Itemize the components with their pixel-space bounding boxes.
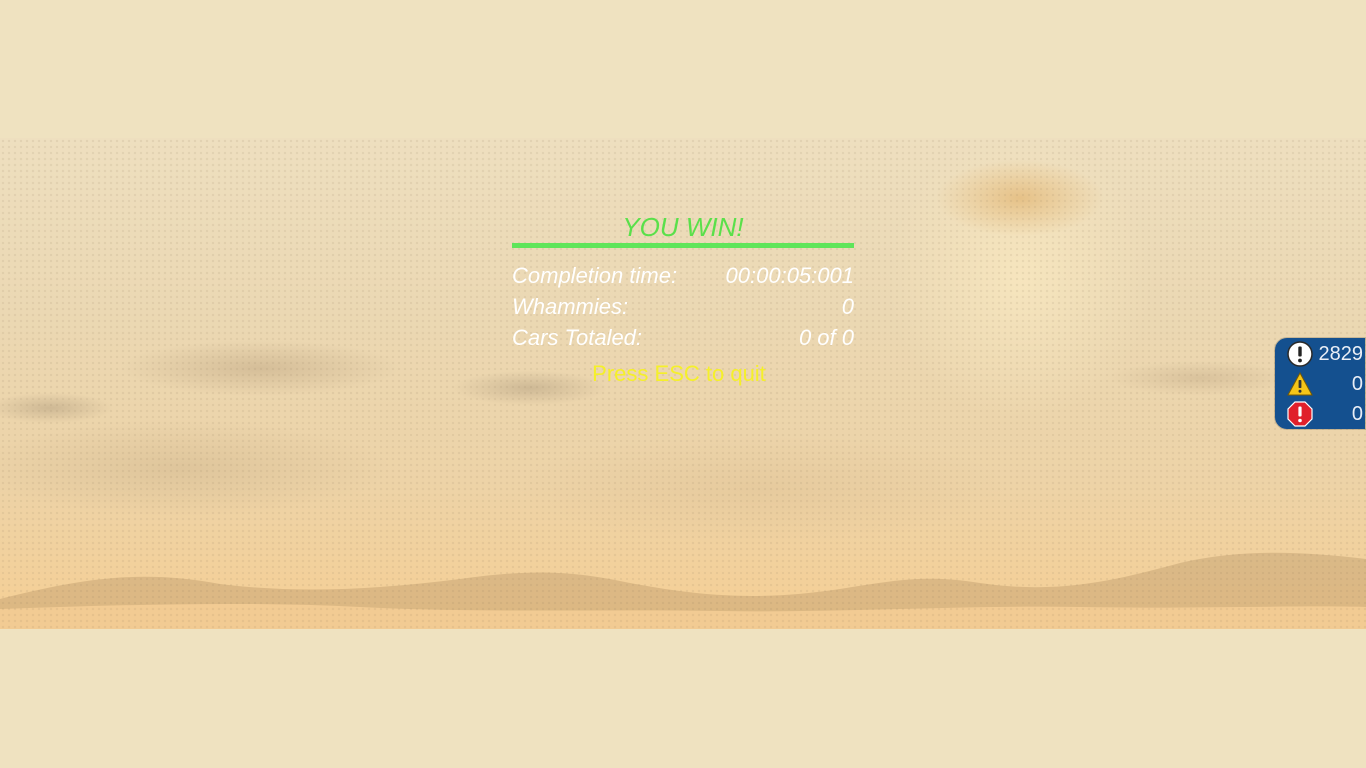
log-counter-badge[interactable]: 2829 0 0 (1275, 338, 1365, 429)
stat-row-whammies: Whammies: 0 (512, 293, 854, 324)
warning-icon (1287, 371, 1313, 396)
error-count: 0 (1351, 402, 1363, 425)
results-panel: YOU WIN! Completion time: 00:00:05:001 W… (512, 211, 854, 387)
info-count: 2829 (1318, 342, 1364, 365)
info-icon (1287, 341, 1313, 367)
error-counter[interactable]: 0 (1287, 401, 1363, 427)
stat-row-cars-totaled: Cars Totaled: 0 of 0 (512, 324, 854, 355)
stat-value: 00:00:05:001 (725, 263, 854, 288)
warning-count: 0 (1351, 372, 1363, 395)
results-title: YOU WIN! (622, 212, 744, 242)
title-underline (512, 243, 854, 248)
info-counter[interactable]: 2829 (1287, 341, 1363, 367)
stat-row-completion-time: Completion time: 00:00:05:001 (512, 262, 854, 293)
stat-value: 0 (841, 294, 854, 319)
stat-label: Completion time: (512, 263, 678, 288)
stat-label: Whammies: (512, 294, 629, 319)
warning-counter[interactable]: 0 (1287, 371, 1363, 397)
stat-label: Cars Totaled: (512, 325, 643, 350)
quit-hint: Press ESC to quit (592, 361, 766, 386)
page: YOU WIN! Completion time: 00:00:05:001 W… (0, 0, 1366, 768)
stat-value: 0 of 0 (798, 325, 854, 350)
error-icon (1287, 401, 1313, 427)
